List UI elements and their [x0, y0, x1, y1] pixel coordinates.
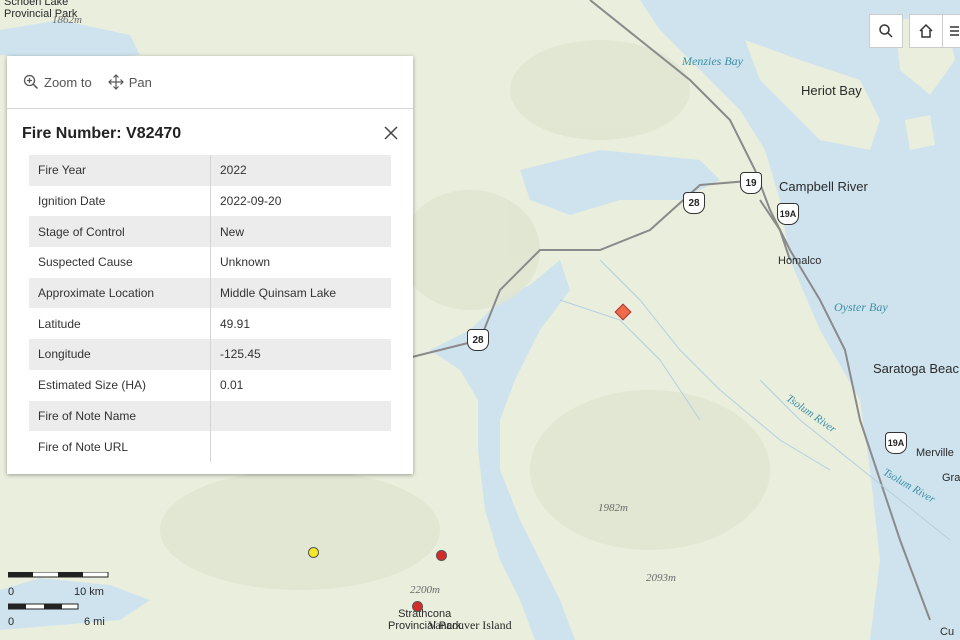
zoom-in-icon — [23, 74, 39, 90]
attribute-value: 2022-09-20 — [220, 194, 282, 209]
gra-label: Gra — [942, 472, 960, 484]
fire-info-popup: Zoom to Pan Fire Number: V82470 Fire Yea… — [7, 56, 413, 474]
attribute-row: Fire of Note URL — [29, 431, 391, 462]
attribute-key: Stage of Control — [29, 216, 211, 248]
attribute-key: Suspected Cause — [29, 247, 211, 278]
elevation-2093-label: 2093m — [646, 572, 676, 584]
menzies-bay-label: Menzies Bay — [682, 54, 743, 68]
attribute-value: Middle Quinsam Lake — [220, 286, 337, 301]
merville-label: Merville — [916, 447, 954, 459]
attribute-key: Latitude — [29, 308, 211, 340]
scale-km-label: 10 km — [74, 586, 104, 598]
popup-title: Fire Number: V82470 — [22, 125, 182, 142]
vancouver-island-label: Vancouver Island — [428, 618, 512, 632]
close-icon[interactable] — [383, 125, 399, 141]
attribute-value: 0.01 — [220, 378, 244, 393]
elevation-1982-label: 1982m — [598, 502, 628, 514]
highway-19a-shield: 19A — [777, 203, 799, 225]
attribute-key: Fire Year — [29, 155, 211, 186]
attribute-row: Longitude -125.45 — [29, 339, 391, 370]
attribute-row: Stage of Control New — [29, 216, 391, 248]
attribute-value: 2022 — [220, 163, 247, 178]
elevation-1862-label: 1862m — [52, 14, 82, 26]
zoom-to-action[interactable]: Zoom to — [23, 74, 92, 90]
campbell-river-label: Campbell River — [779, 179, 868, 194]
attribute-table: Fire Year 2022 Ignition Date 2022-09-20 Stag… — [29, 155, 391, 462]
search-icon — [879, 24, 893, 38]
pan-icon — [107, 74, 124, 90]
attribute-key: Longitude — [29, 339, 211, 370]
list-icon — [950, 26, 959, 36]
highway-19a-shield-south: 19A — [885, 432, 907, 454]
homalco-label: Homalco — [778, 255, 822, 267]
scale-zero-km: 0 — [8, 586, 15, 598]
attribute-value: Unknown — [220, 255, 271, 270]
attribute-value: New — [220, 224, 245, 239]
attribute-row: Estimated Size (HA) 0.01 — [29, 369, 391, 401]
home-button[interactable] — [909, 14, 943, 48]
zoom-to-label: Zoom to — [44, 74, 92, 90]
oyster-bay-label: Oyster Bay — [834, 300, 888, 314]
pan-label: Pan — [128, 74, 152, 90]
popup-header: Fire Number: V82470 — [7, 109, 413, 155]
highway-19-shield: 19 — [740, 172, 762, 194]
attribute-row: Ignition Date 2022-09-20 — [29, 185, 391, 217]
attribute-key: Fire of Note Name — [29, 400, 211, 432]
attribute-row: Fire Year 2022 — [29, 155, 391, 186]
highway-28-shield-west: 28 — [467, 329, 489, 351]
attribute-key: Approximate Location — [29, 277, 211, 309]
attribute-row: Latitude 49.91 — [29, 308, 391, 340]
attribute-row: Suspected Cause Unknown — [29, 247, 391, 278]
attribute-row: Fire of Note Name — [29, 400, 392, 432]
attribute-key: Ignition Date — [29, 185, 211, 217]
attribute-value: -125.45 — [220, 347, 261, 362]
fire-marker-red[interactable] — [436, 550, 447, 561]
popup-actions-bar: Zoom to Pan — [7, 56, 413, 109]
home-icon — [919, 23, 933, 38]
heriot-bay-label: Heriot Bay — [801, 83, 862, 98]
attribute-key: Fire of Note URL — [29, 431, 211, 462]
fire-marker-red-south[interactable] — [412, 601, 423, 612]
scale-mi-label: 6 mi — [84, 616, 105, 628]
pan-action[interactable]: Pan — [107, 74, 152, 90]
saratoga-beach-label: Saratoga Beac — [873, 361, 960, 376]
attribute-row: Approximate Location Middle Quinsam Lake — [29, 277, 391, 309]
attribute-value: 49.91 — [220, 316, 251, 331]
highway-28-shield: 28 — [683, 192, 705, 214]
attribute-key: Estimated Size (HA) — [29, 369, 211, 401]
fire-marker-yellow[interactable] — [308, 547, 319, 558]
elevation-2200-label: 2200m — [410, 584, 440, 596]
attribute-value — [211, 431, 392, 462]
scale-bar: 0 10 km 0 6 mi — [8, 572, 118, 632]
cu-label: Cu — [940, 626, 955, 638]
scale-zero-mi: 0 — [8, 616, 15, 628]
layer-list-button[interactable] — [942, 14, 960, 48]
search-button[interactable] — [869, 14, 903, 48]
attribute-value — [211, 401, 392, 432]
